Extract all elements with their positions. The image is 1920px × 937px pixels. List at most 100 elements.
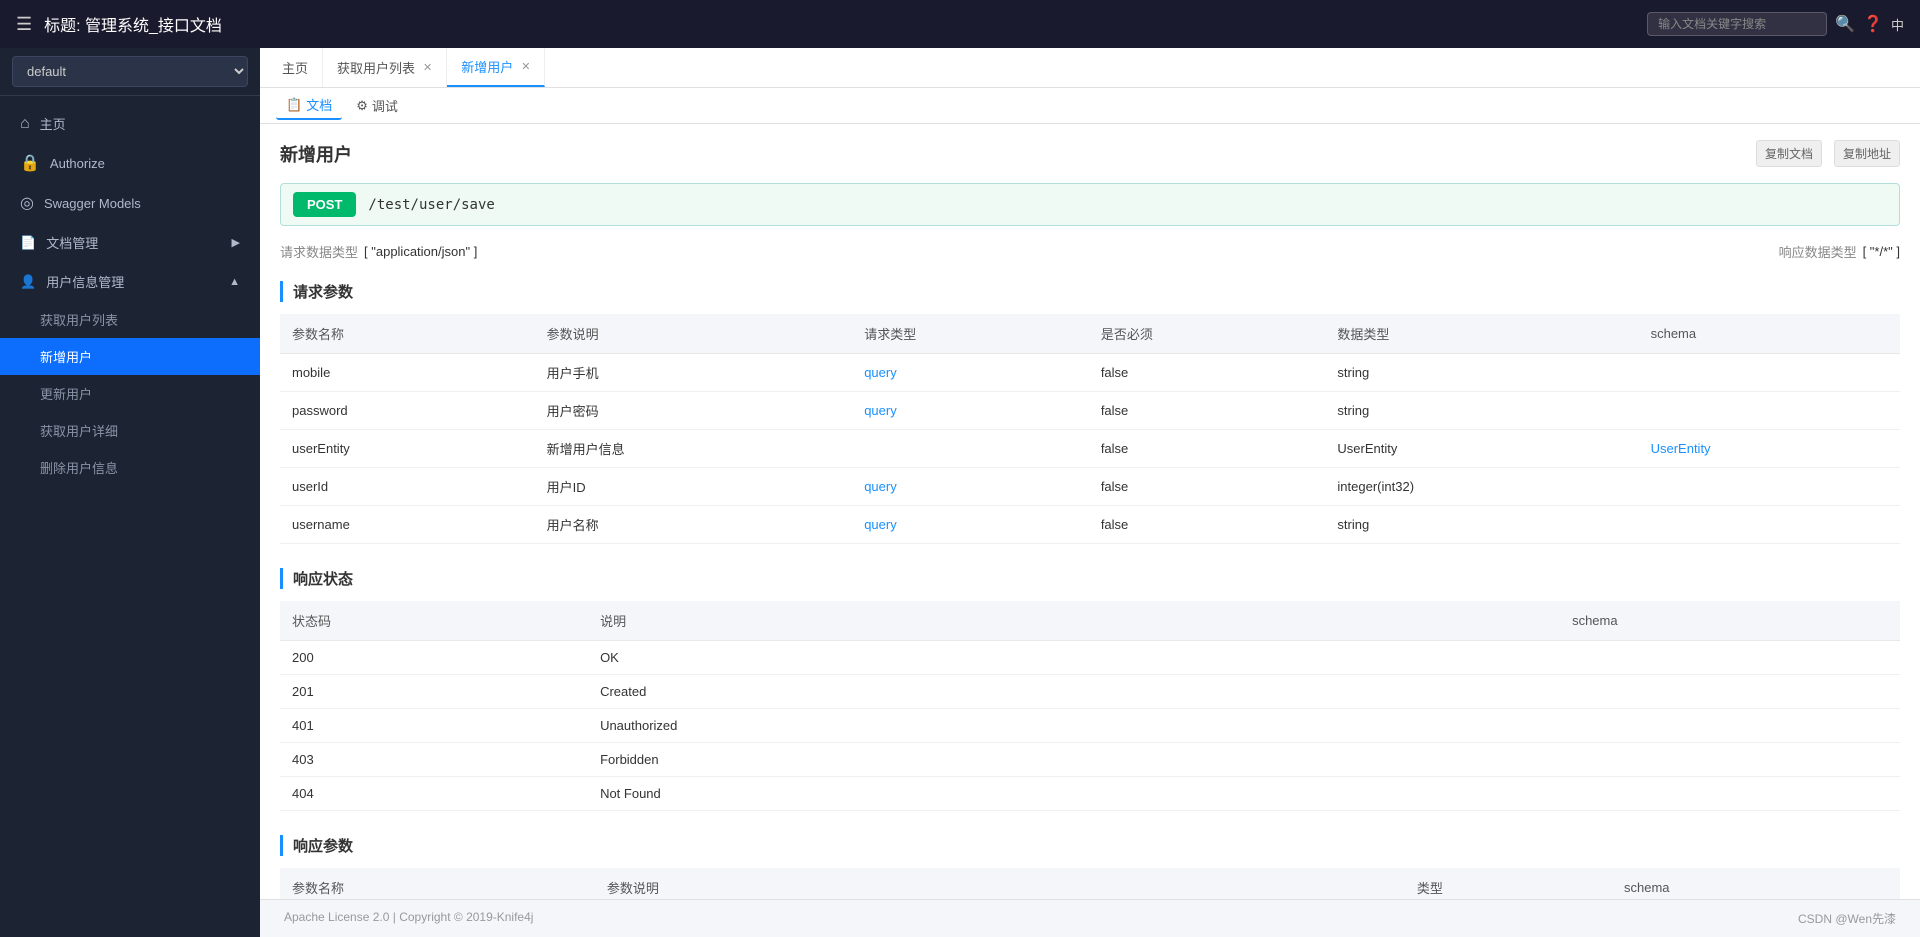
col-req-type: 请求类型 bbox=[852, 314, 1089, 354]
footer: Apache License 2.0 | Copyright © 2019-Kn… bbox=[260, 899, 1920, 937]
sidebar-item-doc-label: 文档管理 bbox=[46, 233, 98, 252]
status-desc: Not Found bbox=[588, 777, 1560, 811]
param-req-type[interactable]: query bbox=[852, 468, 1089, 506]
tab-close-add-user[interactable]: ✕ bbox=[521, 60, 530, 73]
main-layout: default ⌂ 主页 🔒 Authorize ◎ Swagger Model… bbox=[0, 48, 1920, 937]
col-resp-param-name: 参数名称 bbox=[280, 868, 595, 899]
sidebar-item-get-user-list[interactable]: 获取用户列表 bbox=[0, 301, 260, 338]
col-param-desc: 参数说明 bbox=[535, 314, 853, 354]
top-header: ☰ 标题: 管理系统_接口文档 🔍 ❓ 中 bbox=[0, 0, 1920, 48]
status-desc: Created bbox=[588, 675, 1560, 709]
doc-nav-icon: 📋 bbox=[286, 97, 302, 113]
tab-get-user-list[interactable]: 获取用户列表 ✕ bbox=[323, 48, 447, 87]
sidebar-sub-get-user-list-label: 获取用户列表 bbox=[40, 310, 118, 329]
param-schema bbox=[1639, 354, 1900, 392]
tab-home[interactable]: 主页 bbox=[268, 48, 323, 87]
search-input[interactable] bbox=[1647, 12, 1827, 36]
col-status-code: 状态码 bbox=[280, 601, 588, 641]
project-select[interactable]: default bbox=[12, 56, 248, 87]
sidebar-item-authorize[interactable]: 🔒 Authorize bbox=[0, 143, 260, 183]
status-code: 200 bbox=[280, 641, 588, 675]
sub-nav-doc-label: 文档 bbox=[306, 95, 332, 114]
param-req-type[interactable]: query bbox=[852, 506, 1089, 544]
param-data-type: string bbox=[1325, 354, 1638, 392]
request-params-title: 请求参数 bbox=[280, 281, 1900, 302]
sidebar-item-home[interactable]: ⌂ 主页 bbox=[0, 104, 260, 143]
param-schema bbox=[1639, 392, 1900, 430]
method-badge: POST bbox=[293, 192, 356, 217]
footer-credit: CSDN @Wen先漆 bbox=[1798, 910, 1896, 927]
home-icon: ⌂ bbox=[20, 115, 30, 133]
search-icon[interactable]: 🔍 bbox=[1835, 14, 1855, 34]
param-req-type bbox=[852, 430, 1089, 468]
sidebar-sub-add-user-label: 新增用户 bbox=[40, 347, 92, 366]
tab-get-user-list-label: 获取用户列表 bbox=[337, 58, 415, 77]
sidebar-sub-update-user-label: 更新用户 bbox=[40, 384, 92, 403]
tab-bar: 主页 获取用户列表 ✕ 新增用户 ✕ bbox=[260, 48, 1920, 88]
request-type-label: 请求数据类型 bbox=[280, 242, 358, 261]
menu-icon[interactable]: ☰ bbox=[16, 14, 32, 35]
sub-nav-test-label: 调试 bbox=[372, 96, 398, 115]
lang-button[interactable]: 中 bbox=[1891, 15, 1904, 34]
sidebar-item-get-user-detail[interactable]: 获取用户详细 bbox=[0, 412, 260, 449]
meta-row: 请求数据类型 [ "application/json" ] 响应数据类型 [ "… bbox=[280, 242, 1900, 261]
param-name: password bbox=[280, 392, 535, 430]
tab-home-label: 主页 bbox=[282, 58, 308, 77]
footer-license: Apache License 2.0 | Copyright © 2019-Kn… bbox=[284, 910, 533, 927]
status-desc: OK bbox=[588, 641, 1560, 675]
param-required: false bbox=[1089, 506, 1326, 544]
param-required: false bbox=[1089, 392, 1326, 430]
response-params-title: 响应参数 bbox=[280, 835, 1900, 856]
status-code: 401 bbox=[280, 709, 588, 743]
endpoint-path: /test/user/save bbox=[368, 197, 494, 213]
param-schema[interactable]: UserEntity bbox=[1639, 430, 1900, 468]
param-schema bbox=[1639, 468, 1900, 506]
param-schema bbox=[1639, 506, 1900, 544]
sidebar-item-doc-manage[interactable]: 📄 文档管理 ▶ bbox=[0, 223, 260, 262]
col-status-desc: 说明 bbox=[588, 601, 1560, 641]
sidebar-item-update-user[interactable]: 更新用户 bbox=[0, 375, 260, 412]
response-status-title: 响应状态 bbox=[280, 568, 1900, 589]
sidebar: default ⌂ 主页 🔒 Authorize ◎ Swagger Model… bbox=[0, 48, 260, 937]
param-name: mobile bbox=[280, 354, 535, 392]
sidebar-item-delete-user[interactable]: 删除用户信息 bbox=[0, 449, 260, 486]
col-schema: schema bbox=[1639, 314, 1900, 354]
sidebar-item-swagger-models[interactable]: ◎ Swagger Models bbox=[0, 183, 260, 223]
param-data-type: UserEntity bbox=[1325, 430, 1638, 468]
sub-nav-test[interactable]: ⚙ 调试 bbox=[346, 92, 408, 119]
param-req-type[interactable]: query bbox=[852, 392, 1089, 430]
param-required: false bbox=[1089, 430, 1326, 468]
sub-nav-doc[interactable]: 📋 文档 bbox=[276, 91, 342, 120]
chevron-up-icon: ▲ bbox=[229, 276, 240, 288]
col-resp-type: 类型 bbox=[1405, 868, 1612, 899]
table-row: 201 Created bbox=[280, 675, 1900, 709]
param-req-type[interactable]: query bbox=[852, 354, 1089, 392]
sidebar-menu: ⌂ 主页 🔒 Authorize ◎ Swagger Models 📄 文档管理… bbox=[0, 96, 260, 937]
col-resp-param-desc: 参数说明 bbox=[595, 868, 1405, 899]
col-param-name: 参数名称 bbox=[280, 314, 535, 354]
sidebar-top: default bbox=[0, 48, 260, 96]
help-icon[interactable]: ❓ bbox=[1863, 14, 1883, 34]
endpoint-bar: POST /test/user/save bbox=[280, 183, 1900, 226]
content-area: 主页 获取用户列表 ✕ 新增用户 ✕ 📋 文档 ⚙ 调试 bbox=[260, 48, 1920, 937]
page-title-row: 新增用户 复制文档 复制地址 bbox=[280, 140, 1900, 167]
table-row: userEntity 新增用户信息 false UserEntity UserE… bbox=[280, 430, 1900, 468]
param-required: false bbox=[1089, 354, 1326, 392]
sidebar-item-authorize-label: Authorize bbox=[50, 156, 105, 171]
copy-url-button[interactable]: 复制地址 bbox=[1834, 140, 1900, 167]
table-row: userId 用户ID query false integer(int32) bbox=[280, 468, 1900, 506]
status-code: 201 bbox=[280, 675, 588, 709]
status-schema bbox=[1560, 641, 1900, 675]
col-data-type: 数据类型 bbox=[1325, 314, 1638, 354]
sidebar-sub-delete-user-label: 删除用户信息 bbox=[40, 458, 118, 477]
param-desc: 用户手机 bbox=[535, 354, 853, 392]
status-desc: Forbidden bbox=[588, 743, 1560, 777]
tab-add-user[interactable]: 新增用户 ✕ bbox=[447, 48, 545, 87]
sidebar-group-user-manage[interactable]: 👤 用户信息管理 ▲ bbox=[0, 262, 260, 301]
param-required: false bbox=[1089, 468, 1326, 506]
sidebar-item-add-user[interactable]: 新增用户 bbox=[0, 338, 260, 375]
status-code: 403 bbox=[280, 743, 588, 777]
copy-doc-button[interactable]: 复制文档 bbox=[1756, 140, 1822, 167]
tab-close-get-user-list[interactable]: ✕ bbox=[423, 61, 432, 74]
param-data-type: string bbox=[1325, 506, 1638, 544]
